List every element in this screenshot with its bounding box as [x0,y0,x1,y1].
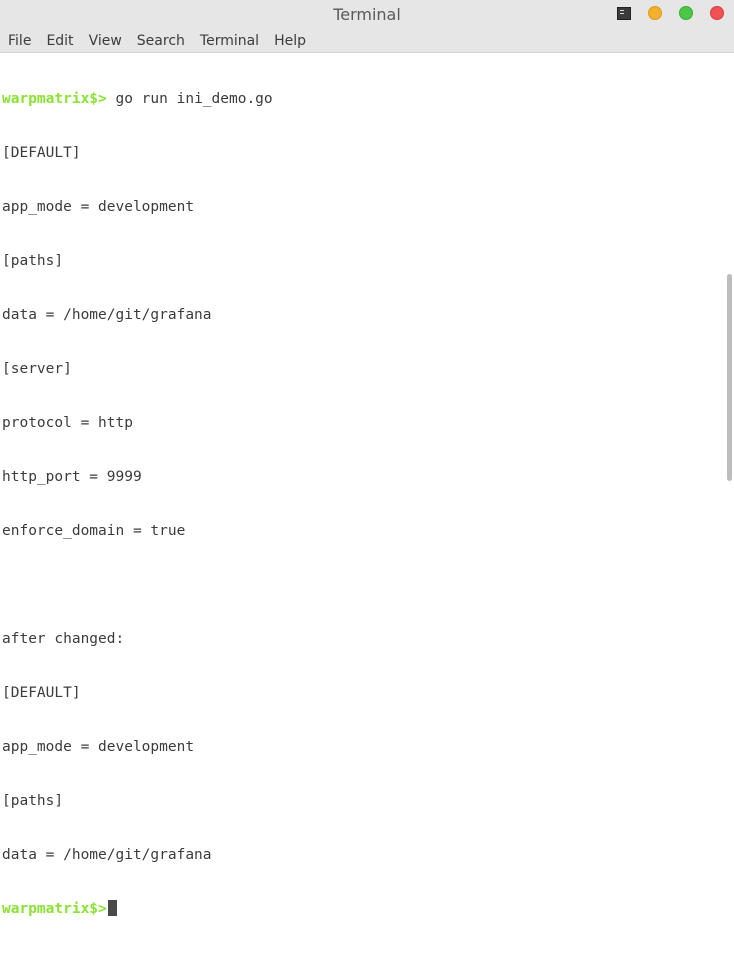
terminal-area[interactable]: warpmatrix$> go run ini_demo.go [DEFAULT… [0,54,734,917]
command-text: go run ini_demo.go [106,91,273,107]
output-line: app_mode = development [2,739,195,755]
menu-terminal[interactable]: Terminal [200,33,259,49]
maximize-button[interactable] [679,6,693,20]
terminal-app-icon [617,6,631,20]
minimize-button[interactable] [648,6,662,20]
menu-search[interactable]: Search [137,33,185,49]
command-line: warpmatrix$> go run ini_demo.go [2,90,734,108]
vertical-scrollbar[interactable] [727,274,732,481]
output-line: [DEFAULT] [2,685,81,701]
menu-file[interactable]: File [8,33,31,49]
window-controls [617,6,724,20]
output-line: data = /home/git/grafana [2,307,212,323]
shell-prompt: warpmatrix$> [2,901,107,917]
output-line: [paths] [2,253,64,269]
output-line: enforce_domain = true [2,523,186,539]
menu-bar: File Edit View Search Terminal Help [0,29,734,53]
output-line: app_mode = development [2,199,195,215]
output-line: after changed: [2,631,125,647]
current-prompt-line[interactable]: warpmatrix$> [2,900,734,918]
terminal-output: warpmatrix$> go run ini_demo.go [DEFAULT… [0,54,734,954]
output-line: data = /home/git/grafana [2,847,212,863]
output-line: [DEFAULT] [2,145,81,161]
menu-edit[interactable]: Edit [46,33,73,49]
shell-prompt: warpmatrix$> [2,91,107,107]
title-bar: Terminal [0,0,734,29]
menu-help[interactable]: Help [274,33,306,49]
output-line: protocol = http [2,415,133,431]
window-title: Terminal [333,5,401,24]
output-line: [server] [2,361,72,377]
close-button[interactable] [710,6,724,20]
output-line: [paths] [2,793,64,809]
output-line: http_port = 9999 [2,469,142,485]
menu-view[interactable]: View [89,33,122,49]
terminal-window: Terminal File Edit View Search Terminal … [0,0,734,917]
text-cursor [107,900,117,916]
